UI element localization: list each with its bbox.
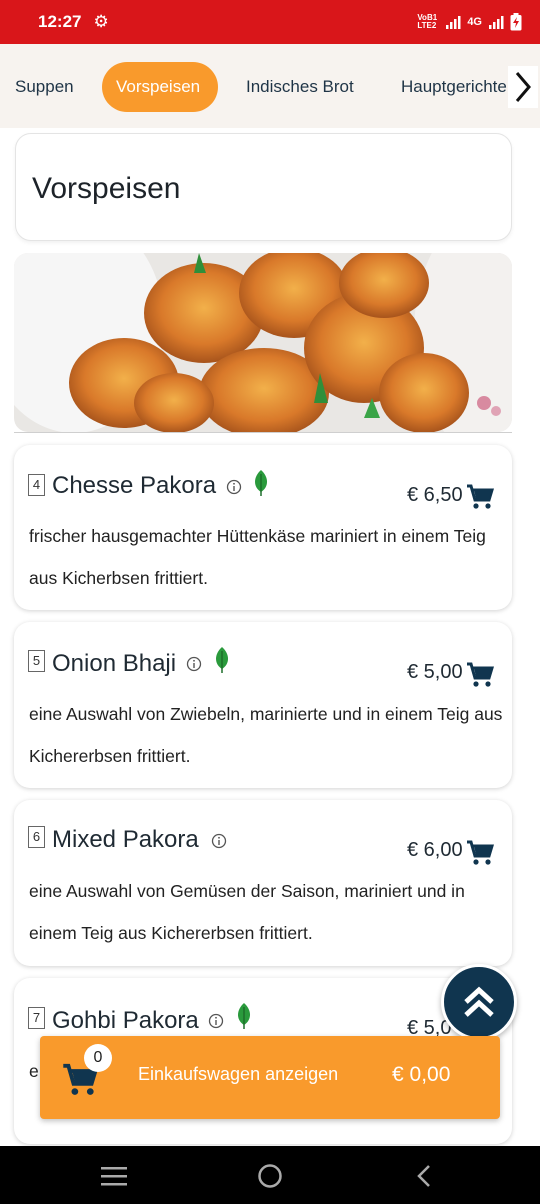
item-number: 4 (28, 474, 45, 496)
section-hero-image (14, 253, 512, 432)
add-to-cart-icon[interactable] (466, 662, 494, 688)
network-label: 4G (467, 16, 482, 28)
item-number: 7 (28, 1007, 45, 1029)
add-to-cart-icon[interactable] (466, 484, 494, 510)
recent-apps-icon[interactable] (101, 1166, 127, 1186)
double-chevron-up-icon (464, 986, 494, 1017)
signal-icon (446, 16, 461, 29)
cart-total: € 0,00 (392, 1063, 451, 1086)
cart-count-badge: 0 (84, 1044, 112, 1072)
status-bar: 12:27 ⚙ VoB1 LTE2 4G (0, 0, 540, 44)
scroll-tabs-right-button[interactable] (508, 66, 538, 108)
back-icon[interactable] (415, 1163, 433, 1189)
info-icon[interactable] (208, 1013, 224, 1029)
chevron-right-icon (515, 72, 531, 102)
item-number: 5 (28, 650, 45, 672)
item-price: € 6,00 (407, 839, 463, 861)
item-description: eine Auswahl von Zwiebeln, marinierte un… (29, 704, 503, 766)
battery-charging-icon (510, 13, 522, 31)
tab-suppen[interactable]: Suppen (15, 62, 74, 112)
info-icon[interactable] (186, 656, 202, 672)
hero-divider (14, 432, 512, 433)
item-name: Gohbi Pakora (52, 1007, 199, 1034)
settings-gear-icon: ⚙ (93, 12, 109, 31)
info-icon[interactable] (211, 833, 227, 849)
item-price: € 6,50 (407, 484, 463, 506)
home-icon[interactable] (257, 1163, 283, 1189)
network-label-small: VoB1 LTE2 (417, 13, 438, 30)
cart-label: Einkaufswagen anzeigen (138, 1064, 339, 1084)
menu-item-card[interactable]: 6 Mixed Pakora € 6,00 eine Auswahl von G… (14, 800, 512, 966)
vegetarian-leaf-icon (238, 1003, 250, 1029)
item-price: € 5,00 (407, 661, 463, 683)
vegetarian-leaf-icon (216, 647, 228, 673)
item-name: Mixed Pakora (52, 826, 199, 853)
menu-item-card[interactable]: 5 Onion Bhaji € 5,00 eine Auswahl von Zw… (14, 622, 512, 788)
status-indicators: VoB1 LTE2 4G (417, 13, 522, 31)
pakora-food-image (14, 253, 512, 432)
tab-hauptgerichte[interactable]: Hauptgerichte (401, 62, 508, 112)
tab-vorspeisen[interactable]: Vorspeisen (102, 62, 218, 112)
item-description: eine Auswahl von Gemüsen der Saison, mar… (29, 881, 465, 943)
item-number: 6 (28, 826, 45, 848)
section-header-card: Vorspeisen (15, 133, 512, 241)
tab-indisches-brot[interactable]: Indisches Brot (246, 62, 354, 112)
item-name: Chesse Pakora (52, 472, 217, 499)
scroll-to-top-button[interactable] (441, 964, 517, 1040)
status-time: 12:27 (38, 12, 82, 31)
add-to-cart-icon[interactable] (466, 840, 494, 866)
section-title: Vorspeisen (32, 172, 181, 205)
item-description: frischer hausgemachter Hüttenkäse marini… (29, 526, 486, 588)
system-navigation-bar (0, 1146, 540, 1204)
item-name: Onion Bhaji (52, 650, 177, 677)
menu-item-card[interactable]: 4 Chesse Pakora € 6,50 frischer hausgema… (14, 445, 512, 610)
view-cart-button[interactable]: 0 Einkaufswagen anzeigen € 0,00 (40, 1036, 500, 1119)
info-icon[interactable] (226, 479, 242, 495)
signal-icon-2 (489, 16, 504, 29)
category-tab-bar: Suppen Vorspeisen Indisches Brot Hauptge… (0, 44, 540, 128)
vegetarian-leaf-icon (255, 470, 267, 496)
